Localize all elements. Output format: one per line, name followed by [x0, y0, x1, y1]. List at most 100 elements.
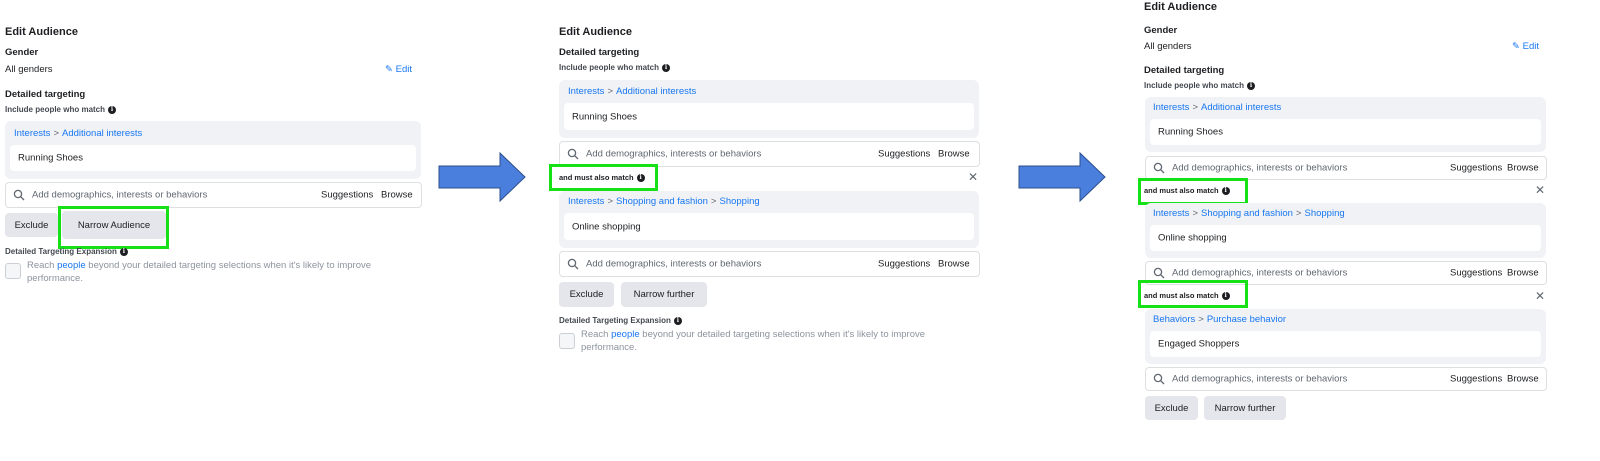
detailed-targeting-label: Detailed targeting — [5, 89, 86, 100]
people-link[interactable]: people — [611, 329, 640, 340]
search-placeholder: Add demographics, interests or behaviors — [1172, 267, 1348, 279]
info-icon[interactable]: i — [636, 174, 645, 183]
targeting-group-3: Behaviors > Purchase behavior Engaged Shop… — [1145, 309, 1546, 364]
info-icon[interactable]: i — [119, 247, 128, 256]
include-label: Include people who match i — [5, 105, 117, 114]
exclude-button[interactable]: Exclude — [559, 282, 614, 307]
edit-gender-button[interactable]: ✎ Edit — [1512, 41, 1539, 52]
detailed-targeting-label: Detailed targeting — [559, 47, 640, 58]
search-placeholder: Add demographics, interests or behaviors — [1172, 162, 1348, 174]
targeting-group-2: Interests > Shopping and fashion > Shopping … — [559, 191, 979, 248]
breadcrumb: Behaviors > Purchase behavior — [1153, 314, 1287, 325]
selected-behavior[interactable]: Engaged Shoppers — [1150, 331, 1541, 357]
expansion-checkbox[interactable] — [5, 263, 21, 279]
crumb-shopping[interactable]: Shopping — [719, 196, 759, 207]
info-icon[interactable]: i — [108, 105, 117, 114]
selected-interest[interactable]: Running Shoes — [10, 145, 416, 171]
suggestions-button[interactable]: Suggestions — [321, 190, 373, 201]
exclude-button[interactable]: Exclude — [5, 213, 58, 237]
expansion-label: Detailed Targeting Expansion i — [559, 316, 682, 325]
browse-button[interactable]: Browse — [1507, 163, 1539, 174]
info-icon[interactable]: i — [673, 316, 682, 325]
people-link[interactable]: people — [57, 260, 86, 271]
crumb-purchase-behavior[interactable]: Purchase behavior — [1207, 314, 1286, 325]
selected-interest[interactable]: Online shopping — [1150, 225, 1541, 251]
selected-interest[interactable]: Online shopping — [564, 213, 974, 240]
expansion-checkbox[interactable] — [559, 333, 575, 349]
close-icon[interactable]: ✕ — [1535, 289, 1545, 303]
info-icon[interactable]: i — [1221, 292, 1230, 301]
breadcrumb: Interests > Additional interests — [14, 128, 143, 139]
suggestions-button[interactable]: Suggestions — [1450, 374, 1502, 385]
search-input[interactable]: Add demographics, interests or behaviors… — [1145, 156, 1547, 180]
arrow-right-icon — [1018, 152, 1106, 202]
search-icon — [1153, 373, 1165, 385]
crumb-shopping[interactable]: Shopping — [1304, 208, 1344, 219]
highlight-box — [58, 206, 169, 249]
breadcrumb: Interests > Additional interests — [1153, 102, 1282, 113]
narrow-further-button[interactable]: Narrow further — [1204, 396, 1286, 420]
pencil-icon: ✎ — [385, 64, 393, 75]
info-icon[interactable]: i — [1221, 187, 1230, 196]
arrow-right-icon — [438, 152, 526, 202]
search-placeholder: Add demographics, interests or behaviors — [1172, 373, 1348, 385]
targeting-group-1: Interests > Additional interests Running S… — [5, 121, 421, 179]
suggestions-button[interactable]: Suggestions — [1450, 163, 1502, 174]
crumb-interests[interactable]: Interests — [1153, 102, 1189, 113]
crumb-additional-interests[interactable]: Additional interests — [1201, 102, 1281, 113]
and-must-also-match-label: and must also match i — [1144, 291, 1230, 301]
suggestions-button[interactable]: Suggestions — [878, 259, 930, 270]
breadcrumb: Interests > Additional interests — [568, 86, 697, 97]
crumb-interests[interactable]: Interests — [568, 86, 604, 97]
narrow-further-button[interactable]: Narrow further — [621, 282, 707, 307]
gender-label: Gender — [1144, 25, 1178, 36]
targeting-group-2: Interests > Shopping and fashion > Shopping … — [1145, 203, 1546, 258]
browse-button[interactable]: Browse — [938, 259, 970, 270]
include-label: Include people who match i — [559, 63, 671, 72]
and-must-also-match-label: and must also match i — [559, 173, 645, 183]
expansion-description: Reach people beyond your detailed target… — [27, 260, 372, 284]
gender-value: All genders — [1144, 41, 1192, 52]
search-placeholder: Add demographics, interests or behaviors — [32, 189, 208, 201]
targeting-group-1: Interests > Additional interests Running S… — [1145, 97, 1546, 152]
include-label: Include people who match i — [1144, 81, 1256, 90]
suggestions-button[interactable]: Suggestions — [878, 149, 930, 160]
panel-title: Edit Audience — [1144, 1, 1217, 13]
edit-gender-button[interactable]: ✎ Edit — [385, 64, 412, 75]
edit-label: Edit — [1522, 41, 1539, 52]
search-input[interactable]: Add demographics, interests or behaviors… — [559, 251, 980, 277]
selected-interest[interactable]: Running Shoes — [1150, 119, 1541, 145]
and-must-also-match-label: and must also match i — [1144, 186, 1230, 196]
exclude-button[interactable]: Exclude — [1145, 396, 1198, 420]
close-icon[interactable]: ✕ — [1535, 183, 1545, 197]
crumb-interests[interactable]: Interests — [1153, 208, 1189, 219]
search-input[interactable]: Add demographics, interests or behaviors… — [1145, 367, 1547, 391]
suggestions-button[interactable]: Suggestions — [1450, 268, 1502, 279]
info-icon[interactable]: i — [1247, 81, 1256, 90]
panel-title: Edit Audience — [559, 26, 632, 38]
panel-title: Edit Audience — [5, 26, 78, 38]
crumb-interests[interactable]: Interests — [568, 196, 604, 207]
crumb-interests[interactable]: Interests — [14, 128, 50, 139]
crumb-additional-interests[interactable]: Additional interests — [62, 128, 142, 139]
crumb-shopping-and-fashion[interactable]: Shopping and fashion — [616, 196, 708, 207]
selected-interest[interactable]: Running Shoes — [564, 103, 974, 130]
browse-button[interactable]: Browse — [938, 149, 970, 160]
crumb-shopping-and-fashion[interactable]: Shopping and fashion — [1201, 208, 1293, 219]
gender-label: Gender — [5, 47, 39, 58]
browse-button[interactable]: Browse — [1507, 374, 1539, 385]
gender-value: All genders — [5, 64, 53, 75]
search-placeholder: Add demographics, interests or behaviors — [586, 148, 762, 160]
browse-button[interactable]: Browse — [1507, 268, 1539, 279]
crumb-additional-interests[interactable]: Additional interests — [616, 86, 696, 97]
search-icon — [1153, 162, 1165, 174]
search-placeholder: Add demographics, interests or behaviors — [586, 258, 762, 270]
breadcrumb: Interests > Shopping and fashion > Shopping — [568, 196, 760, 207]
close-icon[interactable]: ✕ — [968, 170, 978, 184]
crumb-behaviors[interactable]: Behaviors — [1153, 314, 1195, 325]
info-icon[interactable]: i — [662, 63, 671, 72]
search-icon — [1153, 267, 1165, 279]
browse-button[interactable]: Browse — [381, 190, 413, 201]
breadcrumb: Interests > Shopping and fashion > Shopping — [1153, 208, 1345, 219]
search-input[interactable]: Add demographics, interests or behaviors… — [5, 182, 422, 208]
